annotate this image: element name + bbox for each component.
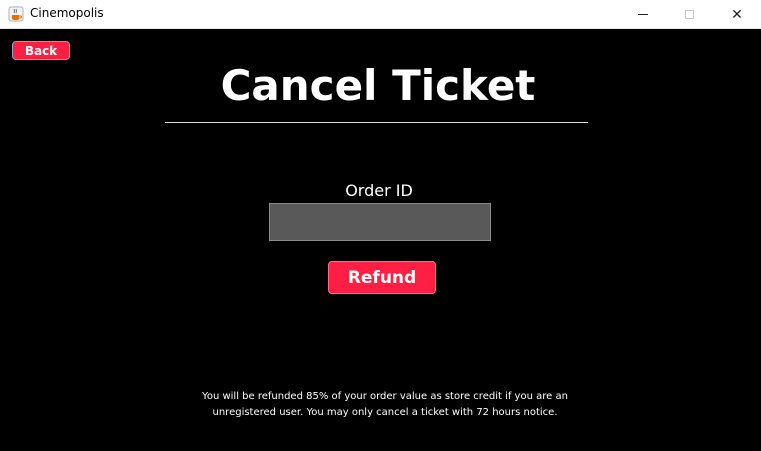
minimize-button[interactable] xyxy=(620,0,666,29)
window-titlebar: Cinemopolis ✕ xyxy=(0,0,761,29)
minimize-icon xyxy=(638,14,648,15)
close-button[interactable]: ✕ xyxy=(714,0,760,29)
close-icon: ✕ xyxy=(731,6,743,23)
maximize-button[interactable] xyxy=(666,0,712,29)
maximize-icon xyxy=(684,10,694,19)
java-cup-icon xyxy=(8,6,24,22)
refund-button[interactable]: Refund xyxy=(328,261,436,294)
refund-notice-line2: unregistered user. You may only cancel a… xyxy=(212,407,558,418)
back-button[interactable]: Back xyxy=(12,41,70,60)
refund-notice-line1: You will be refunded 85% of your order v… xyxy=(202,391,568,402)
page-title: Cancel Ticket xyxy=(220,61,536,110)
order-id-label: Order ID xyxy=(345,181,413,200)
order-id-input[interactable] xyxy=(269,203,491,241)
refund-notice: You will be refunded 85% of your order v… xyxy=(180,389,590,421)
main-panel: Back Cancel Ticket Order ID Refund You w… xyxy=(0,29,761,451)
title-divider xyxy=(165,122,588,123)
window-title: Cinemopolis xyxy=(30,6,104,20)
